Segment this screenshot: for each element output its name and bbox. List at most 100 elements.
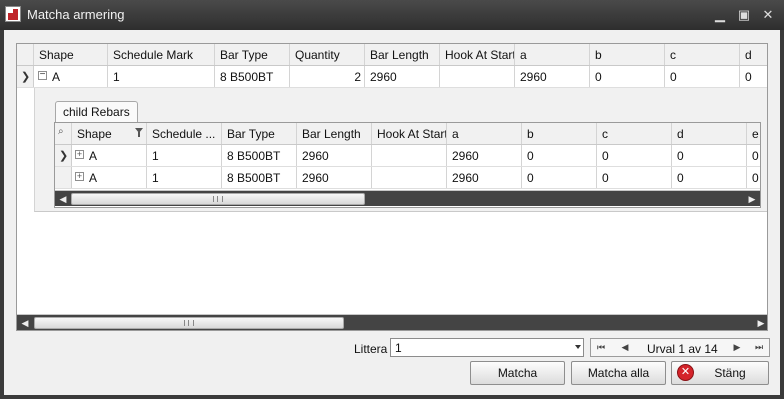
table-cell[interactable]: 1 xyxy=(147,145,222,166)
table-cell[interactable] xyxy=(372,167,447,188)
grid-header: Shape Schedule Mark Bar Type Quantity Ba… xyxy=(17,44,767,66)
scroll-right-icon[interactable]: ▶ xyxy=(745,191,759,207)
main-grid[interactable]: Shape Schedule Mark Bar Type Quantity Ba… xyxy=(16,43,768,331)
column-header[interactable]: a xyxy=(515,44,590,65)
next-record-icon[interactable]: ▶ xyxy=(729,339,745,356)
table-cell[interactable]: + A xyxy=(72,145,147,166)
table-cell[interactable]: 0 xyxy=(672,145,747,166)
last-record-icon[interactable]: ⏭ xyxy=(751,339,767,356)
scrollbar-thumb[interactable] xyxy=(71,193,365,205)
table-cell[interactable]: 0 xyxy=(597,145,672,166)
littera-dropdown[interactable]: 1 xyxy=(390,338,584,357)
matcha-alla-button[interactable]: Matcha alla xyxy=(571,361,666,385)
stang-label: Stäng xyxy=(714,366,746,380)
column-header[interactable]: Bar Length xyxy=(297,123,372,144)
column-header[interactable]: b xyxy=(590,44,665,65)
column-header[interactable]: c xyxy=(665,44,740,65)
app-icon xyxy=(5,6,21,22)
row-selector[interactable] xyxy=(55,167,72,188)
current-row-icon: ❯ xyxy=(21,71,31,83)
table-cell[interactable]: 2960 xyxy=(365,66,440,87)
header-selector[interactable]: ⌕ xyxy=(55,123,72,144)
column-header[interactable]: Bar Type xyxy=(215,44,290,65)
column-header[interactable]: b xyxy=(522,123,597,144)
column-header[interactable]: c xyxy=(597,123,672,144)
table-cell[interactable]: 2 xyxy=(290,66,365,87)
collapse-icon[interactable]: − xyxy=(38,70,47,80)
scrollbar-thumb[interactable] xyxy=(34,317,344,329)
table-cell[interactable]: 1 xyxy=(147,167,222,188)
column-header[interactable]: d xyxy=(740,44,767,65)
title-bar[interactable]: Matcha armering ▁ ▣ ✕ xyxy=(0,0,784,30)
table-cell[interactable]: 0 xyxy=(665,66,740,87)
table-cell[interactable]: 2960 xyxy=(515,66,590,87)
column-header[interactable]: Quantity xyxy=(290,44,365,65)
table-cell[interactable]: 0 xyxy=(747,145,760,166)
column-header[interactable]: Bar Length xyxy=(365,44,440,65)
table-cell[interactable]: 8 B500BT xyxy=(215,66,290,87)
expand-icon[interactable]: + xyxy=(75,150,84,159)
table-cell[interactable]: 0 xyxy=(522,167,597,188)
client-area: Shape Schedule Mark Bar Type Quantity Ba… xyxy=(4,30,780,395)
table-row[interactable]: ❯ − A 1 8 B500BT 2 2960 2960 0 0 0 xyxy=(17,66,767,88)
table-cell[interactable]: 2960 xyxy=(447,167,522,188)
chevron-down-icon[interactable] xyxy=(575,345,581,349)
scroll-left-icon[interactable]: ◀ xyxy=(56,191,70,207)
window-title: Matcha armering xyxy=(27,7,125,22)
column-header[interactable]: e xyxy=(747,123,760,144)
column-header[interactable]: Schedule Mark xyxy=(108,44,215,65)
table-cell[interactable]: 2960 xyxy=(297,167,372,188)
close-icon[interactable]: ✕ xyxy=(760,7,776,23)
table-cell[interactable]: + A xyxy=(72,167,147,188)
stang-button[interactable]: ✕ Stäng xyxy=(671,361,769,385)
column-header[interactable]: Shape xyxy=(72,123,147,144)
previous-record-icon[interactable]: ◀ xyxy=(617,339,633,356)
table-cell[interactable]: 0 xyxy=(747,167,760,188)
column-header[interactable]: a xyxy=(447,123,522,144)
table-row[interactable]: ❯ + A 1 8 B500BT 2960 2960 0 0 0 0 xyxy=(55,145,760,167)
grip-icon xyxy=(184,320,194,326)
littera-value: 1 xyxy=(395,341,402,355)
first-record-icon[interactable]: ⏮ xyxy=(593,339,609,356)
table-cell[interactable]: 0 xyxy=(590,66,665,87)
table-cell[interactable]: 0 xyxy=(597,167,672,188)
table-cell[interactable]: 8 B500BT xyxy=(222,145,297,166)
tab-child-rebars[interactable]: child Rebars xyxy=(55,101,138,122)
child-horizontal-scrollbar[interactable]: ◀ ▶ xyxy=(55,190,760,206)
main-horizontal-scrollbar[interactable]: ◀ ▶ xyxy=(17,314,767,330)
expand-icon[interactable]: + xyxy=(75,172,84,181)
child-grid[interactable]: ⌕ Shape Schedule ... Bar Type Bar Length… xyxy=(54,122,761,208)
header-selector xyxy=(17,44,34,65)
table-cell[interactable] xyxy=(372,145,447,166)
minimize-icon[interactable]: ▁ xyxy=(712,7,728,23)
scroll-right-icon[interactable]: ▶ xyxy=(754,315,767,330)
matcha-button[interactable]: Matcha xyxy=(470,361,565,385)
table-cell[interactable] xyxy=(440,66,515,87)
littera-label: Littera xyxy=(354,342,388,356)
child-grid-header: ⌕ Shape Schedule ... Bar Type Bar Length… xyxy=(55,123,760,145)
column-header[interactable]: Bar Type xyxy=(222,123,297,144)
column-header[interactable]: Hook At Start xyxy=(372,123,447,144)
column-header[interactable]: Schedule ... xyxy=(147,123,222,144)
column-header[interactable]: d xyxy=(672,123,747,144)
table-cell[interactable]: 1 xyxy=(108,66,215,87)
table-cell[interactable]: 2960 xyxy=(447,145,522,166)
table-cell[interactable]: 2960 xyxy=(297,145,372,166)
maximize-icon[interactable]: ▣ xyxy=(736,7,752,23)
table-cell[interactable]: 0 xyxy=(740,66,767,87)
table-row[interactable]: + A 1 8 B500BT 2960 2960 0 0 0 0 xyxy=(55,167,760,189)
row-selector[interactable]: ❯ xyxy=(55,145,72,166)
table-cell[interactable]: 0 xyxy=(672,167,747,188)
table-cell[interactable]: − A xyxy=(34,66,108,87)
filter-icon[interactable] xyxy=(135,128,143,137)
search-icon[interactable]: ⌕ xyxy=(58,126,64,137)
row-selector[interactable]: ❯ xyxy=(17,66,34,87)
stop-icon: ✕ xyxy=(677,364,694,381)
column-header[interactable]: Hook At Start xyxy=(440,44,515,65)
scroll-left-icon[interactable]: ◀ xyxy=(18,315,32,330)
table-cell[interactable]: 0 xyxy=(522,145,597,166)
column-header[interactable]: Shape xyxy=(34,44,108,65)
record-navigator: ⏮ ◀ Urval 1 av 14 ▶ ⏭ xyxy=(590,338,770,357)
table-cell[interactable]: 8 B500BT xyxy=(222,167,297,188)
column-header-label: Shape xyxy=(77,127,112,141)
